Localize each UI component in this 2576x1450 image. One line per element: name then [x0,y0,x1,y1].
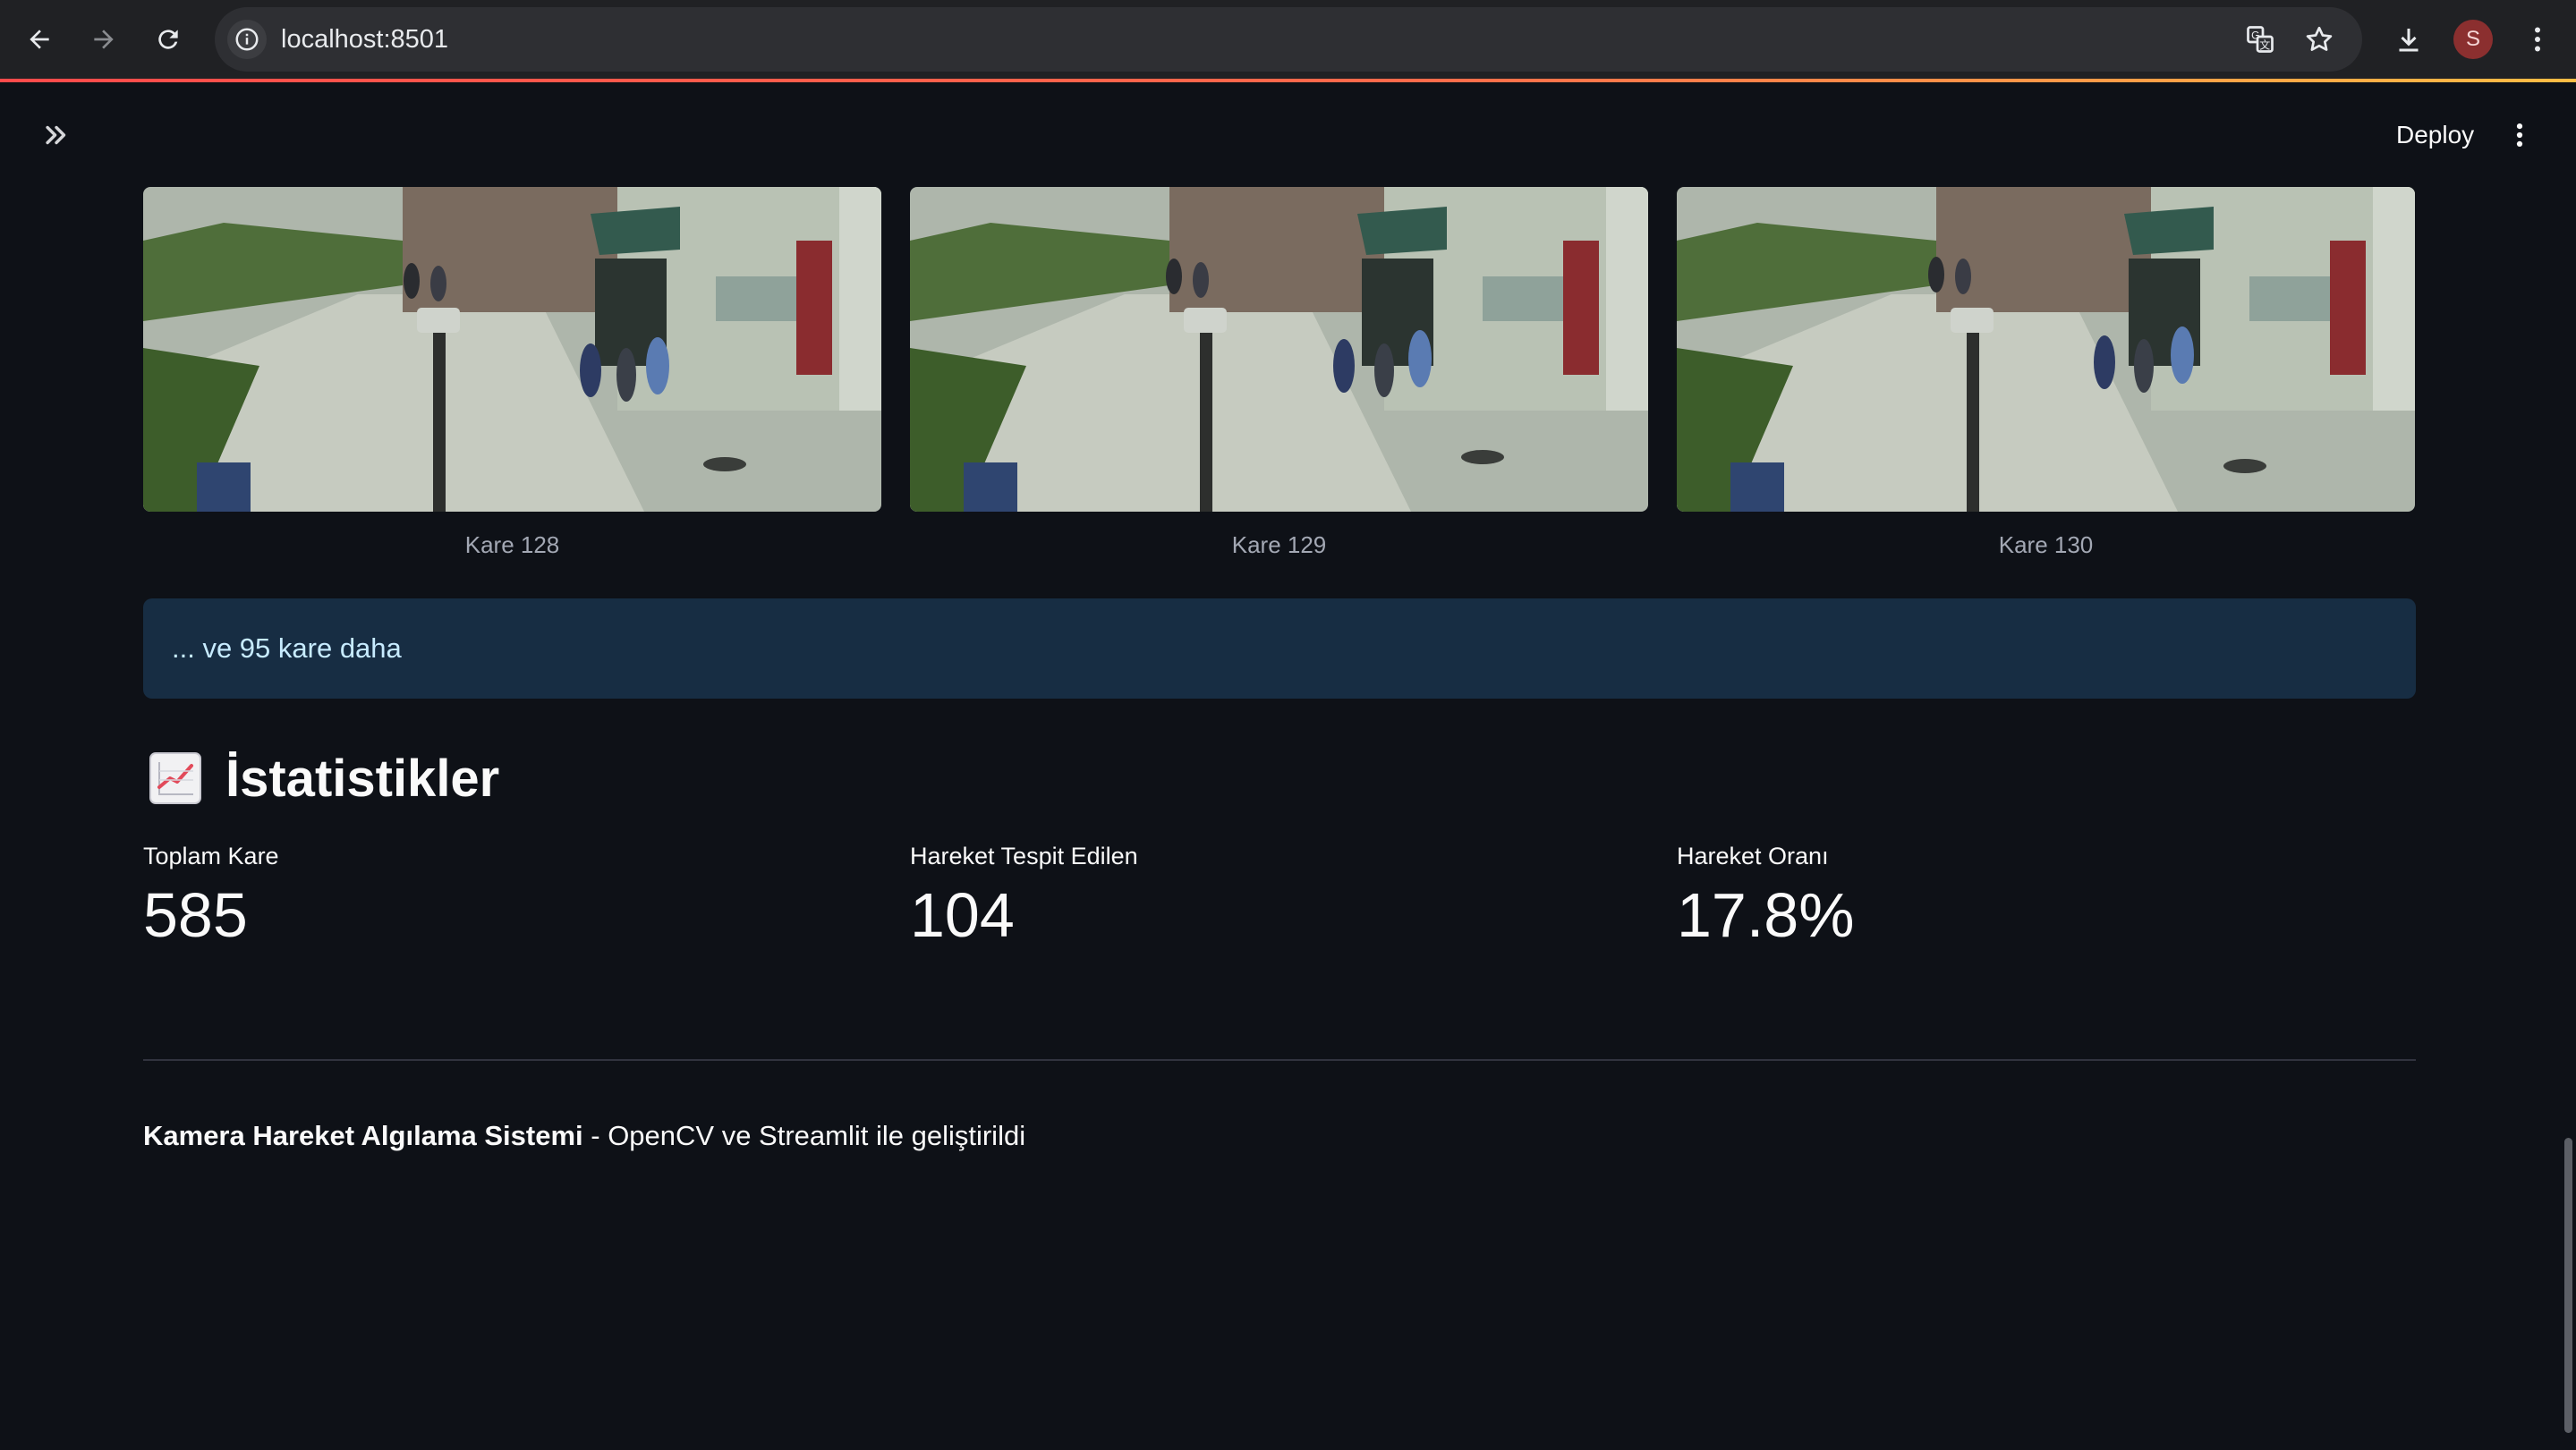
site-info-icon[interactable] [227,20,267,59]
reload-icon[interactable] [147,18,190,61]
chart-increasing-icon [149,752,201,804]
download-icon[interactable] [2389,20,2428,59]
metric-total-frames: Toplam Kare 585 [143,843,859,951]
forward-arrow-icon[interactable] [82,18,125,61]
metric-label: Hareket Oranı [1677,843,1829,869]
profile-avatar[interactable]: S [2453,20,2493,59]
footer-text: Kamera Hareket Algılama Sistemi - OpenCV… [143,1120,1025,1152]
metric-motion-rate: Hareket Oranı 17.8% [1677,843,2393,951]
metric-value: 104 [910,880,1015,950]
browser-menu-icon[interactable] [2518,20,2557,59]
frame-caption: Kare 128 [464,531,560,558]
metric-motion-detected: Hareket Tespit Edilen 104 [910,843,1626,951]
frame-gallery: Kare 128 Kare 129 Kare 130 [143,187,2416,563]
url-text[interactable]: localhost:8501 [281,20,448,59]
metric-value: 17.8% [1677,880,1855,950]
frame-image [910,187,1648,512]
info-alert: ... ve 95 kare daha [143,598,2416,699]
svg-text:G: G [2251,29,2259,41]
frame-caption: Kare 130 [1998,531,2094,558]
footer-credit: - OpenCV ve Streamlit ile geliştirildi [582,1120,1026,1151]
sidebar-expand-icon[interactable] [36,114,77,156]
frame-card: Kare 129 [910,187,1648,563]
frame-image [1677,187,2415,512]
main-menu-icon[interactable] [2502,113,2538,157]
frame-card: Kare 130 [1677,187,2415,563]
metric-label: Hareket Tespit Edilen [910,843,1138,869]
deploy-button[interactable]: Deploy [2380,113,2490,157]
frame-image [143,187,881,512]
stats-heading: İstatistikler [149,742,499,814]
frame-caption: Kare 129 [1231,531,1327,558]
address-bar[interactable] [215,7,2362,72]
bookmark-star-icon[interactable] [2300,20,2339,59]
footer-app-name: Kamera Hareket Algılama Sistemi [143,1120,583,1151]
stats-title: İstatistikler [225,749,500,808]
loading-accent-bar [0,79,2576,82]
info-alert-text: ... ve 95 kare daha [172,632,402,664]
back-arrow-icon[interactable] [18,18,61,61]
scrollbar-thumb[interactable] [2564,1138,2572,1433]
metric-label: Toplam Kare [143,843,279,869]
frame-card: Kare 128 [143,187,881,563]
svg-text:文: 文 [2259,38,2270,52]
divider [143,1059,2416,1061]
translate-icon[interactable]: 文G [2240,20,2280,59]
metric-value: 585 [143,880,248,950]
